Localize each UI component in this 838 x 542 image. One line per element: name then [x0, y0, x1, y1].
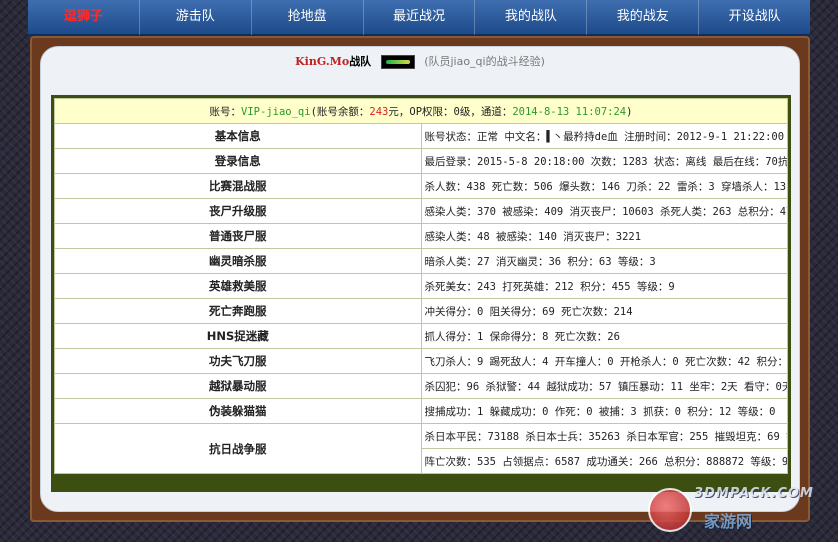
row-text: 阵亡次数：535 占领据点：6587 成功通关：266 总积分：888872 等…	[420, 448, 788, 474]
category-label: 越狱暴动服	[54, 373, 422, 399]
account-datetime: 2014-8-13 11:07:24	[512, 105, 627, 118]
row-text: 杀人数：438 死亡数：506 爆头数：146 刀杀：22 雷杀：3 穿墙杀人：…	[420, 173, 788, 199]
row-text[interactable]: 最后登录：2015-5-8 20:18:00 次数：1283 状态：离线 最后在…	[420, 148, 788, 174]
row-text: 账号状态：正常 中文名：▌丶最矜持de血 注册时间：2012-9-1 21:22…	[420, 123, 788, 149]
page-header: KinG.Mo战队 (队员jiao_qi的战斗经验)	[41, 47, 799, 77]
row-text: 飞刀杀人：9 踢死敌人：4 开车撞人：0 开枪杀人：0 死亡次数：42 积分：1…	[420, 348, 788, 374]
category-label: 比赛混战服	[54, 173, 422, 199]
table-row: 抗日战争服 杀日本平民：73188 杀日本士兵：35263 杀日本军官：255 …	[54, 423, 788, 474]
table-row: HNS捉迷藏 抓人得分：1 保命得分：8 死亡次数：26	[54, 323, 788, 349]
nav-item-guerrilla[interactable]: 游击队	[140, 0, 252, 35]
balance-unit: 元，OP权限：0级，通道：	[388, 105, 513, 118]
category-label: 幽灵暗杀服	[54, 248, 422, 274]
header-note: (队员jiao_qi的战斗经验)	[424, 55, 545, 68]
row-text: 抓人得分：1 保命得分：8 死亡次数：26	[420, 323, 788, 349]
table-row: 丧尸升级服 感染人类：370 被感染：409 消灭丧尸：10603 杀死人类：2…	[54, 198, 788, 224]
category-label: 伪装躲猫猫	[54, 398, 422, 424]
row-text: 暗杀人类：27 消灭幽灵：36 积分：63 等级：3	[420, 248, 788, 274]
table-row: 功夫飞刀服 飞刀杀人：9 踢死敌人：4 开车撞人：0 开枪杀人：0 死亡次数：4…	[54, 348, 788, 374]
account-info: 账号：VIP-jiao_qi(账号余额：243元，OP权限：0级，通道：2014…	[54, 98, 788, 124]
row-text: 冲关得分：0 阻关得分：69 死亡次数：214	[420, 298, 788, 324]
main-panel: KinG.Mo战队 (队员jiao_qi的战斗经验) 账号：VIP-jiao_q…	[40, 46, 800, 512]
category-label: 基本信息	[54, 123, 422, 149]
row-text: 感染人类：370 被感染：409 消灭丧尸：10603 杀死人类：263 总积分…	[420, 198, 788, 224]
category-label: 死亡奔跑服	[54, 298, 422, 324]
watermark-sub: 家游网	[704, 512, 753, 531]
row-text: 杀死美女：243 打死英雄：212 积分：455 等级：9	[420, 273, 788, 299]
nav-item-my-team[interactable]: 我的战队	[475, 0, 588, 35]
site-watermark: 3DMPACK.COM 家游网	[648, 482, 838, 538]
content-frame: KinG.Mo战队 (队员jiao_qi的战斗经验) 账号：VIP-jiao_q…	[30, 36, 810, 522]
table-row: 英雄救美服 杀死美女：243 打死英雄：212 积分：455 等级：9	[54, 273, 788, 299]
account-label: 账号：	[209, 105, 242, 118]
table-row: 幽灵暗杀服 暗杀人类：27 消灭幽灵：36 积分：63 等级：3	[54, 248, 788, 274]
top-navigation: 逗狮子 游击队 抢地盘 最近战况 我的战队 我的战友 开设战队	[28, 0, 810, 36]
nav-brand[interactable]: 逗狮子	[28, 0, 140, 35]
row-text: 搜捕成功：1 躲藏成功：0 作死：0 被捕：3 抓获：0 积分：12 等级：0	[420, 398, 788, 424]
category-label: 登录信息	[54, 148, 422, 174]
watermark-logo-icon	[648, 488, 692, 532]
nav-item-create-team[interactable]: 开设战队	[699, 0, 810, 35]
row-text: 杀日本平民：73188 杀日本士兵：35263 杀日本军官：255 摧毁坦克：6…	[420, 423, 788, 449]
category-label: 普通丧尸服	[54, 223, 422, 249]
nav-item-territory[interactable]: 抢地盘	[252, 0, 364, 35]
account-row: 账号：VIP-jiao_qi(账号余额：243元，OP权限：0级，通道：2014…	[54, 98, 788, 124]
category-label: HNS捉迷藏	[54, 323, 422, 349]
balance-label: (账号余额：	[310, 105, 370, 118]
account-close: )	[626, 105, 633, 118]
nav-item-recent-battles[interactable]: 最近战况	[364, 0, 476, 35]
stats-container: 账号：VIP-jiao_qi(账号余额：243元，OP权限：0级，通道：2014…	[51, 95, 791, 492]
stats-table: 账号：VIP-jiao_qi(账号余额：243元，OP权限：0级，通道：2014…	[54, 98, 788, 474]
category-label: 抗日战争服	[54, 423, 422, 474]
category-label: 丧尸升级服	[54, 198, 422, 224]
table-row: 登录信息 最后登录：2015-5-8 20:18:00 次数：1283 状态：离…	[54, 148, 788, 174]
team-suffix: 战队	[349, 55, 372, 68]
category-label: 英雄救美服	[54, 273, 422, 299]
balance-value: 243	[369, 105, 389, 118]
category-label: 功夫飞刀服	[54, 348, 422, 374]
table-row: 基本信息 账号状态：正常 中文名：▌丶最矜持de血 注册时间：2012-9-1 …	[54, 123, 788, 149]
account-value: VIP-jiao_qi	[241, 105, 311, 118]
table-row: 普通丧尸服 感染人类：48 被感染：140 消灭丧尸：3221	[54, 223, 788, 249]
watermark-text: 3DMPACK.COM	[694, 486, 814, 501]
table-row: 死亡奔跑服 冲关得分：0 阻关得分：69 死亡次数：214	[54, 298, 788, 324]
row-text: 杀囚犯：96 杀狱警：44 越狱成功：57 镇压暴动：11 坐牢：2天 看守：0…	[420, 373, 788, 399]
table-row: 越狱暴动服 杀囚犯：96 杀狱警：44 越狱成功：57 镇压暴动：11 坐牢：2…	[54, 373, 788, 399]
nav-item-my-comrades[interactable]: 我的战友	[587, 0, 700, 35]
row-text-value: 感染人类：370 被感染：409 消灭丧尸：10603 杀死人类：263 总积分…	[424, 205, 787, 218]
team-name: KinG.Mo	[295, 55, 350, 68]
table-row: 比赛混战服 杀人数：438 死亡数：506 爆头数：146 刀杀：22 雷杀：3…	[54, 173, 788, 199]
team-logo-icon	[380, 55, 415, 69]
row-text: 感染人类：48 被感染：140 消灭丧尸：3221	[420, 223, 788, 249]
table-row: 伪装躲猫猫 搜捕成功：1 躲藏成功：0 作死：0 被捕：3 抓获：0 积分：12…	[54, 398, 788, 424]
